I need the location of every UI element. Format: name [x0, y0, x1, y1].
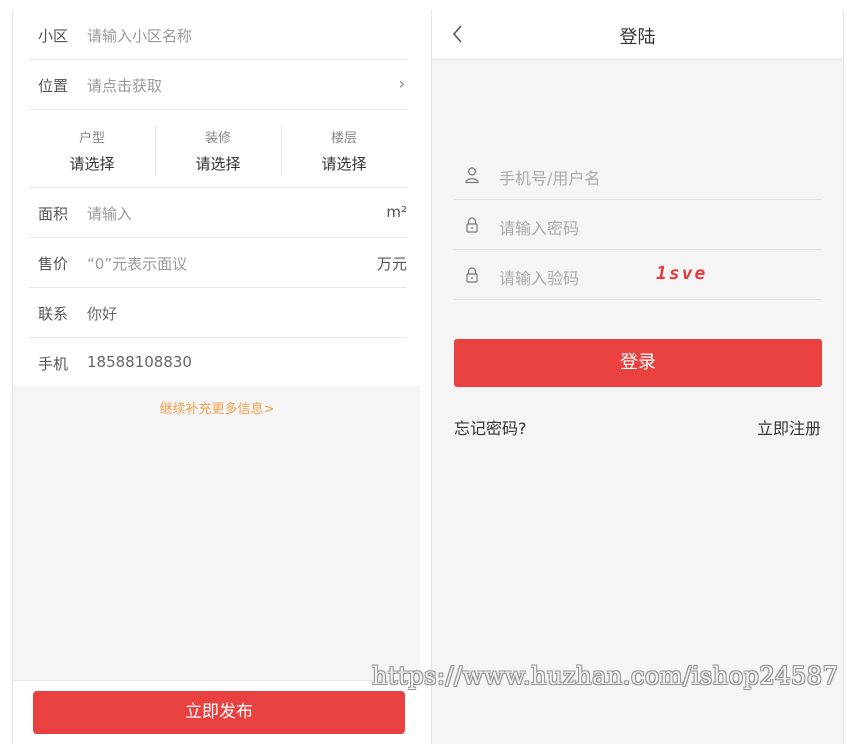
lock-icon — [466, 267, 478, 283]
floor-title: 楼层 — [330, 131, 357, 146]
property-selectors: 户型 请选择 装修 请选择 楼层 请选择 — [29, 110, 407, 188]
location-label: 位置 — [38, 77, 69, 95]
more-info-link[interactable]: 继续补充更多信息> — [13, 398, 421, 417]
phone-row[interactable]: 手机 18588108830 — [29, 338, 407, 388]
username-input[interactable]: 手机号/用户名 — [499, 165, 600, 189]
captcha-input[interactable]: 请输入验码 — [499, 265, 579, 289]
login-panel: 登陆 手机号/用户名 请输入密码 请输入验码 1sve 登录 忘记密码? 立即注… — [431, 10, 844, 744]
chevron-right-icon: › — [398, 74, 405, 93]
area-row[interactable]: 面积 请输入 m² — [29, 188, 407, 238]
user-icon — [465, 167, 479, 184]
captcha-field[interactable]: 请输入验码 1sve — [454, 250, 822, 300]
price-label: 售价 — [38, 255, 69, 273]
phone-label: 手机 — [38, 355, 69, 373]
captcha-image[interactable]: 1sve — [656, 263, 707, 284]
decoration-selector[interactable]: 装修 请选择 — [155, 110, 281, 188]
area-unit: m² — [386, 203, 407, 221]
lock-icon — [466, 217, 478, 233]
password-field[interactable]: 请输入密码 — [454, 200, 822, 250]
community-input[interactable]: 请输入小区名称 — [87, 25, 192, 46]
decoration-value[interactable]: 请选择 — [155, 153, 281, 174]
area-label: 面积 — [38, 205, 69, 223]
area-input[interactable]: 请输入 — [87, 203, 132, 224]
login-button[interactable]: 登录 — [454, 339, 822, 387]
floor-value[interactable]: 请选择 — [281, 153, 407, 174]
price-unit: 万元 — [376, 255, 407, 273]
contact-row[interactable]: 联系 你好 — [29, 288, 407, 338]
location-picker[interactable]: 请点击获取 — [87, 75, 162, 96]
watermark: https://www.huzhan.com/ishop24587 — [372, 662, 839, 690]
floor-selector[interactable]: 楼层 请选择 — [281, 110, 407, 188]
forgot-password-link[interactable]: 忘记密码? — [454, 415, 527, 439]
community-label: 小区 — [38, 27, 69, 45]
layout-selector[interactable]: 户型 请选择 — [29, 110, 155, 188]
register-link[interactable]: 立即注册 — [757, 415, 821, 439]
layout-value[interactable]: 请选择 — [29, 153, 155, 174]
page-title: 登陆 — [619, 27, 656, 48]
phone-input[interactable]: 18588108830 — [87, 353, 192, 371]
nav-bar: 登陆 — [432, 10, 843, 60]
contact-input[interactable]: 你好 — [87, 303, 117, 324]
contact-label: 联系 — [38, 305, 69, 323]
publish-panel: 小区 请输入小区名称 位置 请点击获取 › 户型 请选择 装修 请选择 楼层 请… — [12, 10, 421, 744]
location-row[interactable]: 位置 请点击获取 › — [29, 60, 407, 110]
price-input[interactable]: “0”元表示面议 — [87, 253, 187, 274]
publish-button[interactable]: 立即发布 — [33, 691, 405, 734]
layout-title: 户型 — [78, 131, 105, 146]
community-row[interactable]: 小区 请输入小区名称 — [29, 10, 407, 60]
decoration-title: 装修 — [204, 131, 231, 146]
publish-form: 小区 请输入小区名称 位置 请点击获取 › 户型 请选择 装修 请选择 楼层 请… — [13, 10, 421, 386]
password-input[interactable]: 请输入密码 — [499, 215, 579, 239]
username-field[interactable]: 手机号/用户名 — [454, 150, 822, 200]
bottom-bar: 立即发布 — [13, 680, 421, 744]
price-row[interactable]: 售价 “0”元表示面议 万元 — [29, 238, 407, 288]
